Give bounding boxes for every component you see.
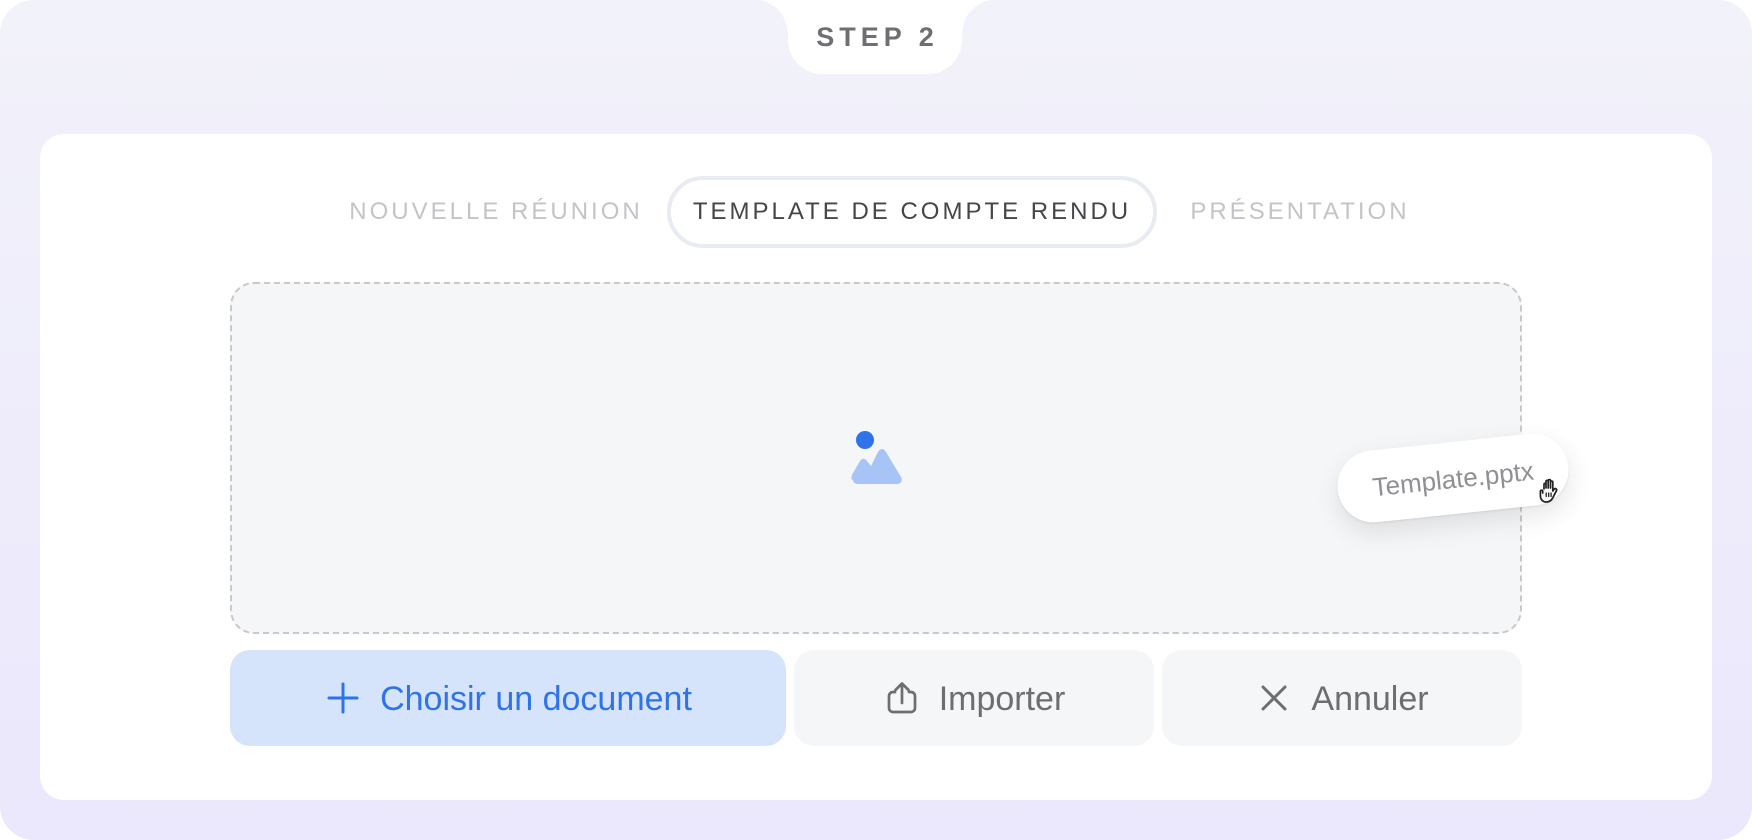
plus-icon — [324, 679, 362, 717]
choose-document-button[interactable]: Choisir un document — [230, 650, 786, 746]
document-drop-zone[interactable] — [230, 282, 1522, 634]
tab-new-meeting[interactable]: NOUVELLE RÉUNION — [342, 176, 650, 248]
step-label: STEP 2 — [816, 21, 939, 52]
step-panel: STEP 2 NOUVELLE RÉUNION TEMPLATE DE COMP… — [0, 0, 1752, 840]
tab-report-template[interactable]: TEMPLATE DE COMPTE RENDU — [667, 176, 1157, 248]
choose-document-label: Choisir un document — [380, 680, 692, 718]
upload-icon — [883, 679, 921, 717]
import-label: Importer — [938, 680, 1066, 718]
template-upload-card: NOUVELLE RÉUNION TEMPLATE DE COMPTE REND… — [40, 134, 1712, 800]
grab-hand-icon — [1539, 478, 1558, 503]
mode-tabs: NOUVELLE RÉUNION TEMPLATE DE COMPTE REND… — [40, 176, 1712, 248]
document-actions: Choisir un document Importer Annuler — [230, 650, 1522, 746]
cancel-label: Annuler — [1311, 680, 1429, 718]
import-button[interactable]: Importer — [794, 650, 1154, 746]
step-header: STEP 2 — [754, 0, 996, 74]
dragged-file-name: Template.pptx — [1370, 455, 1536, 502]
tab-presentation[interactable]: PRÉSENTATION — [1185, 176, 1415, 248]
image-icon — [851, 431, 902, 484]
close-icon — [1255, 679, 1293, 717]
cancel-button[interactable]: Annuler — [1162, 650, 1522, 746]
